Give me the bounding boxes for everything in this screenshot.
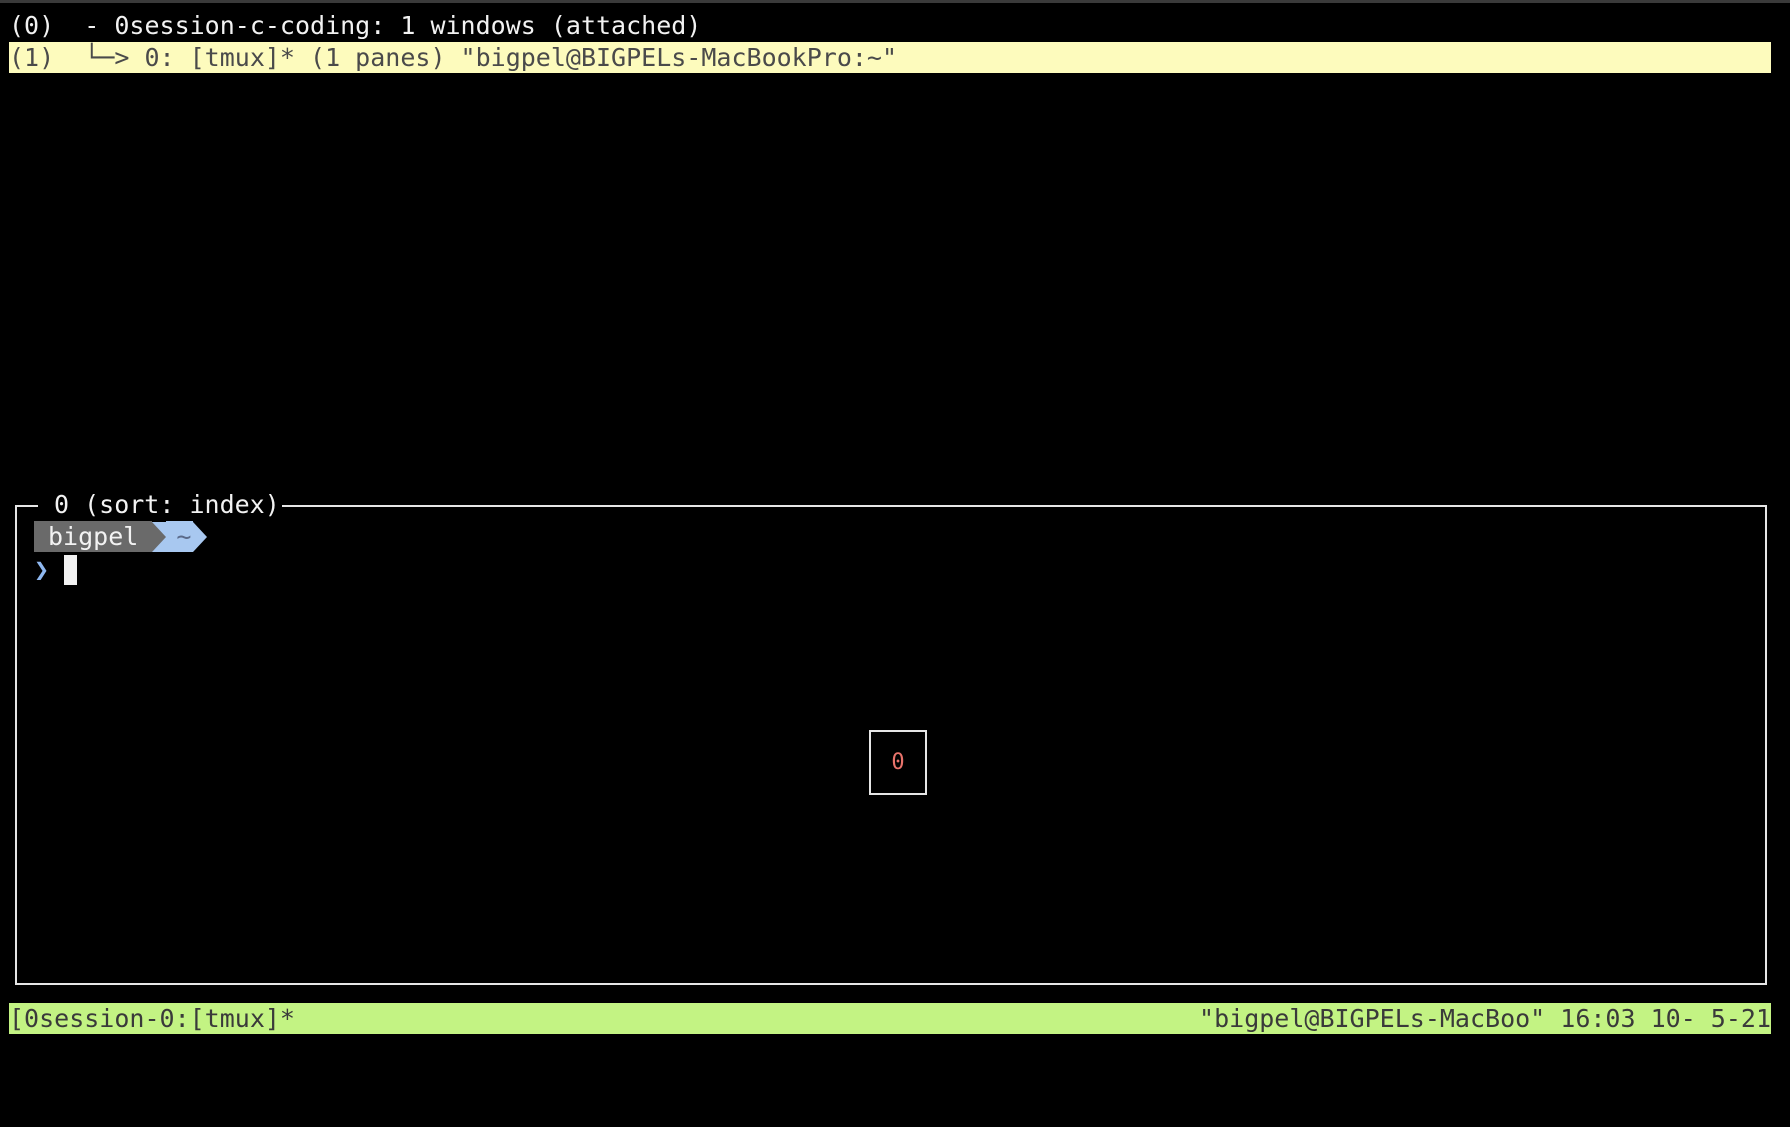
prompt-user-segment: bigpel bbox=[34, 521, 153, 552]
shell-prompt: bigpel ~ bbox=[34, 521, 208, 552]
tree-row-label: └─> 0: [tmux]* (1 panes) "bigpel@BIGPELs… bbox=[54, 43, 898, 72]
terminal-window: (0) - 0session-c-coding: 1 windows (atta… bbox=[0, 0, 1790, 1060]
preview-border-corner bbox=[15, 505, 24, 519]
pane-number: 0 bbox=[891, 750, 905, 775]
tree-row-session[interactable]: (0) - 0session-c-coding: 1 windows (atta… bbox=[9, 10, 1771, 41]
pane-indicator[interactable]: 0 bbox=[869, 730, 927, 795]
prompt-directory-segment: ~ bbox=[166, 521, 194, 552]
command-input-line[interactable]: ❯ bbox=[34, 554, 77, 585]
status-host-time: "bigpel@BIGPELs-MacBoo" 16:03 10- 5-21 bbox=[1199, 1004, 1771, 1033]
prompt-separator-icon bbox=[152, 521, 167, 552]
tree-row-window-selected[interactable]: (1) └─> 0: [tmux]* (1 panes) "bigpel@BIG… bbox=[9, 42, 1771, 73]
tree-row-label: - 0session-c-coding: 1 windows (attached… bbox=[54, 11, 702, 40]
prompt-chevron-icon: ❯ bbox=[34, 555, 50, 584]
tree-row-index: (0) bbox=[9, 11, 55, 40]
tree-row-index: (1) bbox=[9, 43, 55, 72]
preview-title: 0 (sort: index) bbox=[38, 489, 282, 520]
prompt-end-arrow-icon bbox=[193, 521, 208, 552]
text-cursor bbox=[64, 554, 77, 585]
tmux-status-bar: [0session-0:[tmux]* "bigpel@BIGPELs-MacB… bbox=[9, 1003, 1771, 1034]
status-session-window: [0session-0:[tmux]* bbox=[9, 1004, 295, 1033]
